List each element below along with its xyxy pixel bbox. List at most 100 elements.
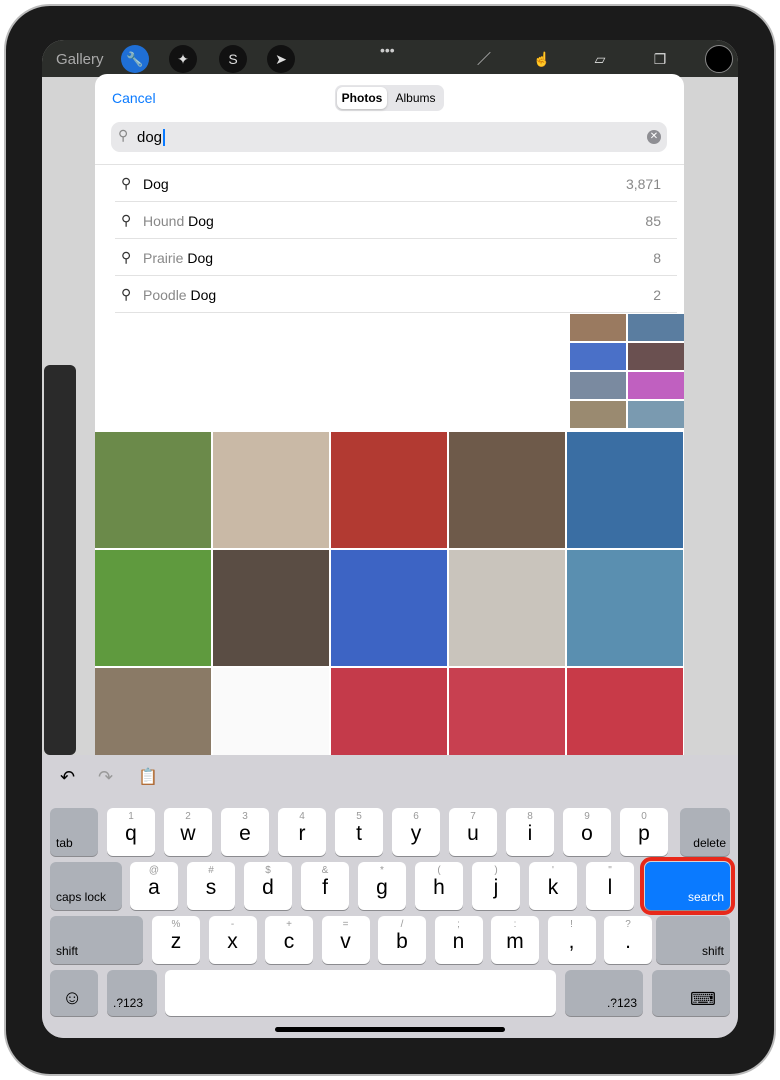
key-f[interactable]: & f [301, 862, 349, 910]
key-g[interactable]: * g [358, 862, 406, 910]
cancel-button[interactable]: Cancel [112, 90, 156, 106]
photo-thumbnail[interactable] [331, 668, 447, 756]
gallery-button[interactable]: Gallery [56, 51, 104, 68]
home-indicator [275, 1027, 505, 1032]
key-label: p [638, 822, 650, 845]
key-r[interactable]: 4r [278, 808, 326, 856]
key-z[interactable]: % z [152, 916, 200, 964]
photo-thumbnail[interactable] [628, 343, 684, 370]
photo-thumbnail[interactable] [95, 432, 211, 548]
key-l[interactable]: " l [586, 862, 634, 910]
layers-icon[interactable]: ❐ [646, 45, 674, 73]
numbers-left-key[interactable]: .?123 [107, 970, 157, 1016]
photo-thumbnail[interactable] [95, 550, 211, 666]
magic-wand-icon[interactable]: ✦ [169, 45, 197, 73]
photo-thumbnail[interactable] [628, 314, 684, 341]
key-d[interactable]: $ d [244, 862, 292, 910]
clear-icon[interactable]: ✕ [647, 130, 661, 144]
key-h[interactable]: (h [415, 862, 463, 910]
photo-thumbnail[interactable] [567, 550, 683, 666]
caps-lock-key[interactable]: caps lock [50, 862, 122, 910]
key-m[interactable]: :m [491, 916, 539, 964]
suggestion-item[interactable]: ⚲ Poodle Dog 2 [115, 276, 677, 313]
key-u[interactable]: 7u [449, 808, 497, 856]
photo-thumbnail[interactable] [567, 668, 683, 756]
photo-thumbnail[interactable] [213, 432, 329, 548]
key-y[interactable]: 6y [392, 808, 440, 856]
search-value: dog [137, 129, 166, 146]
smudge-icon[interactable]: ☝ [528, 45, 556, 73]
key-,[interactable]: !, [547, 916, 596, 964]
photo-thumbnail[interactable] [628, 401, 684, 428]
shift-left-key[interactable]: shift [50, 916, 143, 964]
photo-thumbnail[interactable] [570, 314, 626, 341]
key-n[interactable]: ; n [434, 916, 483, 964]
tab-key[interactable]: tab [50, 808, 98, 856]
selection-s-icon[interactable]: S [219, 45, 247, 73]
photo-thumbnail[interactable] [213, 668, 329, 756]
suggestion-term: Dog [143, 176, 169, 192]
key-c[interactable]: + c [265, 916, 313, 964]
photo-thumbnail[interactable] [570, 343, 626, 370]
key-label: a [148, 876, 160, 899]
search-icon: ⚲ [121, 212, 132, 228]
key-i[interactable]: 8i [506, 808, 554, 856]
key-label: c [283, 930, 295, 953]
search-input[interactable]: ⚲ dog ✕ [111, 122, 667, 152]
wrench-icon[interactable]: 🔧 [121, 45, 149, 73]
dismiss-keyboard-key[interactable]: ⌨ [652, 970, 730, 1016]
suggestion-term: Dog [188, 213, 214, 229]
photo-thumbnail[interactable] [449, 550, 565, 666]
undo-icon[interactable]: ↶ [60, 767, 75, 788]
photo-thumbnail[interactable] [331, 432, 447, 548]
key-s[interactable]: # s [187, 862, 235, 910]
photo-thumbnail[interactable] [449, 432, 565, 548]
key-t[interactable]: 5t [335, 808, 383, 856]
photo-thumbnail[interactable] [95, 668, 211, 756]
sidebar-sliders[interactable] [44, 365, 76, 755]
key-label: . [625, 930, 631, 953]
photo-thumbnail[interactable] [331, 550, 447, 666]
key-label: i [527, 822, 533, 845]
photo-thumbnail[interactable] [213, 550, 329, 666]
photo-thumbnail[interactable] [570, 372, 626, 399]
color-swatch-icon[interactable] [705, 45, 733, 73]
redo-icon[interactable]: ↷ [98, 767, 113, 788]
numbers-right-key[interactable]: .?123 [565, 970, 643, 1016]
key-w[interactable]: 2w [164, 808, 212, 856]
paste-icon[interactable]: 📋 [138, 767, 158, 787]
photo-thumbnail[interactable] [628, 372, 684, 399]
delete-key[interactable]: delete [680, 808, 730, 856]
arrow-cursor-icon[interactable]: ➤ [267, 45, 295, 73]
key-a[interactable]: @ a [130, 862, 178, 910]
key-e[interactable]: 3e [221, 808, 269, 856]
suggestion-item[interactable]: ⚲ Dog 3,871 [115, 165, 677, 202]
tab-photos[interactable]: Photos [337, 87, 387, 109]
shift-right-key[interactable]: shift [656, 916, 730, 964]
space-key[interactable] [165, 970, 556, 1016]
eraser-icon[interactable]: ▱ [586, 45, 614, 73]
key-j[interactable]: ) j [472, 862, 520, 910]
suggestion-term: Dog [187, 250, 214, 266]
key-b[interactable]: / b [378, 916, 426, 964]
more-dots-icon[interactable]: ••• [380, 42, 395, 58]
photo-thumbnail[interactable] [570, 401, 626, 428]
key-p[interactable]: 0p [620, 808, 668, 856]
key-q[interactable]: 1q [107, 808, 155, 856]
tab-albums[interactable]: Albums [389, 87, 442, 109]
key-o[interactable]: 9o [563, 808, 611, 856]
key-v[interactable]: = v [321, 916, 370, 964]
key-.[interactable]: ?. [604, 916, 652, 964]
photo-thumbnail[interactable] [567, 432, 683, 548]
suggestion-item[interactable]: ⚲ Prairie Dog 8 [115, 239, 677, 276]
key-k[interactable]: ' k [529, 862, 577, 910]
search-key[interactable]: search [640, 857, 735, 915]
search-icon: ⚲ [118, 127, 129, 143]
suggestion-item[interactable]: ⚲ Hound Dog 85 [115, 202, 677, 239]
emoji-key[interactable]: ☺ [50, 970, 98, 1016]
photo-thumbnail[interactable] [449, 668, 565, 756]
key-x[interactable]: -x [208, 916, 257, 964]
key-label: shift [56, 944, 79, 958]
key-label: s [205, 876, 217, 899]
brush-icon[interactable]: ／ [470, 45, 498, 73]
